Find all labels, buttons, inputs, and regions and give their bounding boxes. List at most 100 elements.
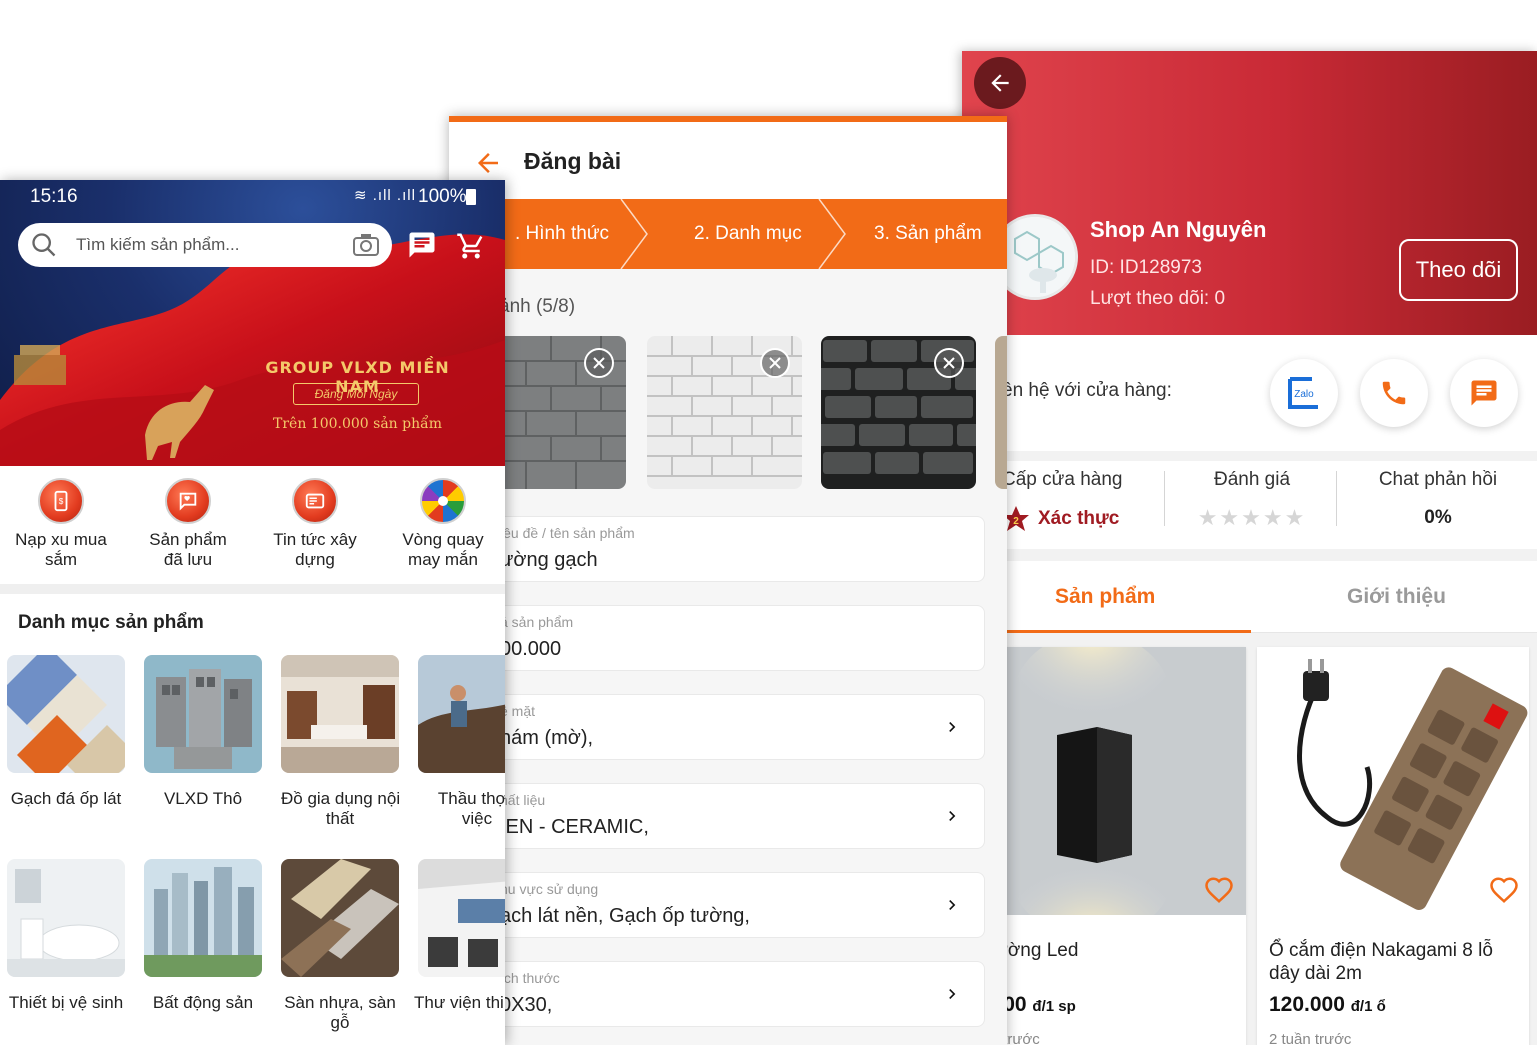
remove-photo-button[interactable] — [584, 348, 614, 378]
svg-text:Zalo: Zalo — [1294, 389, 1314, 400]
messages-icon[interactable] — [407, 230, 437, 260]
hero-banner[interactable]: 15:16 ≋ .ıll .ıll 100% Tìm kiếm sản phẩm… — [0, 180, 505, 466]
contact-label: ên hệ với cửa hàng: — [1002, 380, 1172, 401]
remove-photo-button[interactable] — [934, 348, 964, 378]
category-tiles[interactable]: Thư viện thi — [414, 859, 505, 1013]
arrow-left-icon[interactable] — [473, 148, 503, 178]
zalo-button[interactable]: Zalo — [1270, 359, 1338, 427]
tab-products[interactable]: Sản phẩm — [1055, 585, 1155, 609]
category-tiles[interactable]: Thầu thợ tviệc — [418, 655, 505, 829]
quick-action-label: Nạp xu mua sắm — [15, 530, 107, 569]
signal-icon: ≋ .ıll .ıll — [354, 187, 416, 204]
status-time: 15:16 — [30, 186, 78, 207]
category-label: Thư viện thi — [414, 993, 504, 1012]
usage-area-select[interactable]: hu vực sử dụng ạch lát nền, Gạch ốp tườn… — [479, 872, 985, 938]
topup-coins-button[interactable]: $ Nạp xu mua sắm — [6, 478, 116, 570]
chat-icon — [1471, 380, 1497, 406]
news-icon — [292, 478, 338, 524]
construction-news-button[interactable]: Tin tức xây dựng — [260, 478, 370, 570]
material-select[interactable]: hất liệu IEN - CERAMIC, — [479, 783, 985, 849]
category-tiles[interactable]: Sàn nhựa, sàn gỗ — [281, 859, 399, 1033]
category-tiles[interactable]: Đồ gia dụng nội thất — [281, 655, 401, 829]
page-title: Đăng bài — [524, 148, 622, 174]
shop-level-value: Xác thực — [1038, 508, 1120, 529]
surface-select[interactable]: ề mặt hám (mờ), — [479, 694, 985, 760]
category-tiles[interactable]: Bất động sản — [144, 859, 262, 1013]
product-card[interactable]: Ổ cắm điện Nakagami 8 lỗ dây dài 2m 120.… — [1257, 647, 1529, 1045]
close-icon — [943, 357, 955, 369]
category-label: Bất động sản — [152, 993, 254, 1012]
rating-stars: ★★★★★ — [1197, 505, 1307, 530]
lucky-wheel-icon — [420, 478, 466, 524]
camera-icon[interactable] — [352, 233, 380, 257]
section-divider — [962, 549, 1537, 561]
chevron-right-icon — [949, 811, 956, 821]
shop-name: Shop An Nguyên — [1090, 217, 1267, 242]
home-screen: 15:16 ≋ .ıll .ıll 100% Tìm kiếm sản phẩm… — [0, 180, 505, 1045]
phone-icon — [1382, 381, 1406, 405]
category-tiles[interactable]: VLXD Thô — [144, 655, 262, 809]
step-category[interactable]: 2. Danh mục — [694, 223, 802, 245]
chevron-right-icon — [949, 722, 956, 732]
photo-thumbnail[interactable] — [647, 336, 802, 489]
search-icon — [32, 233, 56, 257]
wallet-phone-icon: $ — [38, 478, 84, 524]
category-image — [144, 859, 262, 977]
section-divider — [962, 451, 1537, 461]
category-label: Đồ gia dụng nội thất — [281, 789, 401, 828]
stat-divider — [1336, 471, 1337, 526]
shop-level-stat: Cấp cửa hàng 2 Xác thực — [1002, 469, 1162, 533]
photo-thumbnail[interactable] — [995, 336, 1007, 489]
stat-divider — [1164, 471, 1165, 526]
cart-icon[interactable] — [456, 231, 486, 261]
zalo-icon: Zalo — [1288, 377, 1318, 409]
title-field[interactable]: iêu đề / tên sản phẩm ường gạch — [479, 516, 985, 582]
follow-button[interactable]: Theo dõi — [1399, 239, 1518, 301]
rating-label: Đánh giá — [1213, 469, 1291, 490]
search-input[interactable]: Tìm kiếm sản phẩm... — [76, 235, 239, 255]
favorite-icon[interactable] — [1204, 875, 1234, 905]
back-button[interactable] — [974, 57, 1026, 109]
close-icon — [769, 357, 781, 369]
category-label: Thầu thợ tviệc — [437, 789, 505, 828]
shop-level-label: Cấp cửa hàng — [1002, 469, 1123, 490]
battery-icon — [466, 189, 476, 205]
category-label: Sàn nhựa, sàn gỗ — [284, 993, 396, 1032]
remove-photo-button[interactable] — [760, 348, 790, 378]
category-image — [144, 655, 262, 773]
price-field[interactable]: á sản phẩm 00.000 — [479, 605, 985, 671]
favorite-icon[interactable] — [1489, 875, 1519, 905]
shop-id: ID: ID128973 — [1090, 257, 1202, 278]
svg-text:$: $ — [59, 497, 64, 506]
section-divider — [0, 584, 505, 594]
category-image — [418, 655, 505, 773]
svg-text:2: 2 — [1013, 516, 1019, 527]
tab-about[interactable]: Giới thiệu — [1347, 585, 1446, 609]
call-button[interactable] — [1360, 359, 1428, 427]
step-type[interactable]: . Hình thức — [515, 223, 609, 245]
step-product[interactable]: 3. Sản phẩm — [874, 223, 982, 245]
chat-button[interactable] — [1450, 359, 1518, 427]
close-icon — [593, 357, 605, 369]
section-title: Danh mục sản phẩm — [18, 612, 204, 633]
size-select[interactable]: ích thước 0X30, — [479, 961, 985, 1027]
shop-tabs: Sản phẩm Giới thiệu — [962, 561, 1537, 634]
saved-products-button[interactable]: Sản phẩm đã lưu — [133, 478, 243, 570]
arrow-left-icon — [991, 74, 1009, 92]
category-label: VLXD Thô — [163, 789, 243, 808]
response-stat: Chat phản hồi 0% — [1352, 469, 1524, 529]
product-time: 2 tuần trước — [1269, 1031, 1352, 1045]
category-image — [418, 859, 505, 977]
step-progress: . Hình thức 2. Danh mục 3. Sản phẩm — [449, 199, 1007, 269]
lucky-wheel-button[interactable]: Vòng quay may mắn — [388, 478, 498, 570]
category-tiles[interactable]: Gạch đá ốp lát — [7, 655, 125, 809]
category-label: Thiết bị vệ sinh — [8, 993, 124, 1012]
status-bar: 15:16 ≋ .ıll .ıll 100% — [0, 180, 505, 212]
search-bar[interactable]: Tìm kiếm sản phẩm... — [18, 223, 392, 267]
photo-thumbnail[interactable] — [821, 336, 976, 489]
category-tiles[interactable]: Thiết bị vệ sinh — [7, 859, 125, 1013]
shop-header: Shop An Nguyên ID: ID128973 Lượt theo dõ… — [962, 51, 1537, 335]
post-header: Đăng bài — [449, 122, 1007, 199]
quick-action-label: Tin tức xây dựng — [273, 530, 357, 569]
contact-section: ên hệ với cửa hàng: Zalo — [962, 335, 1537, 451]
